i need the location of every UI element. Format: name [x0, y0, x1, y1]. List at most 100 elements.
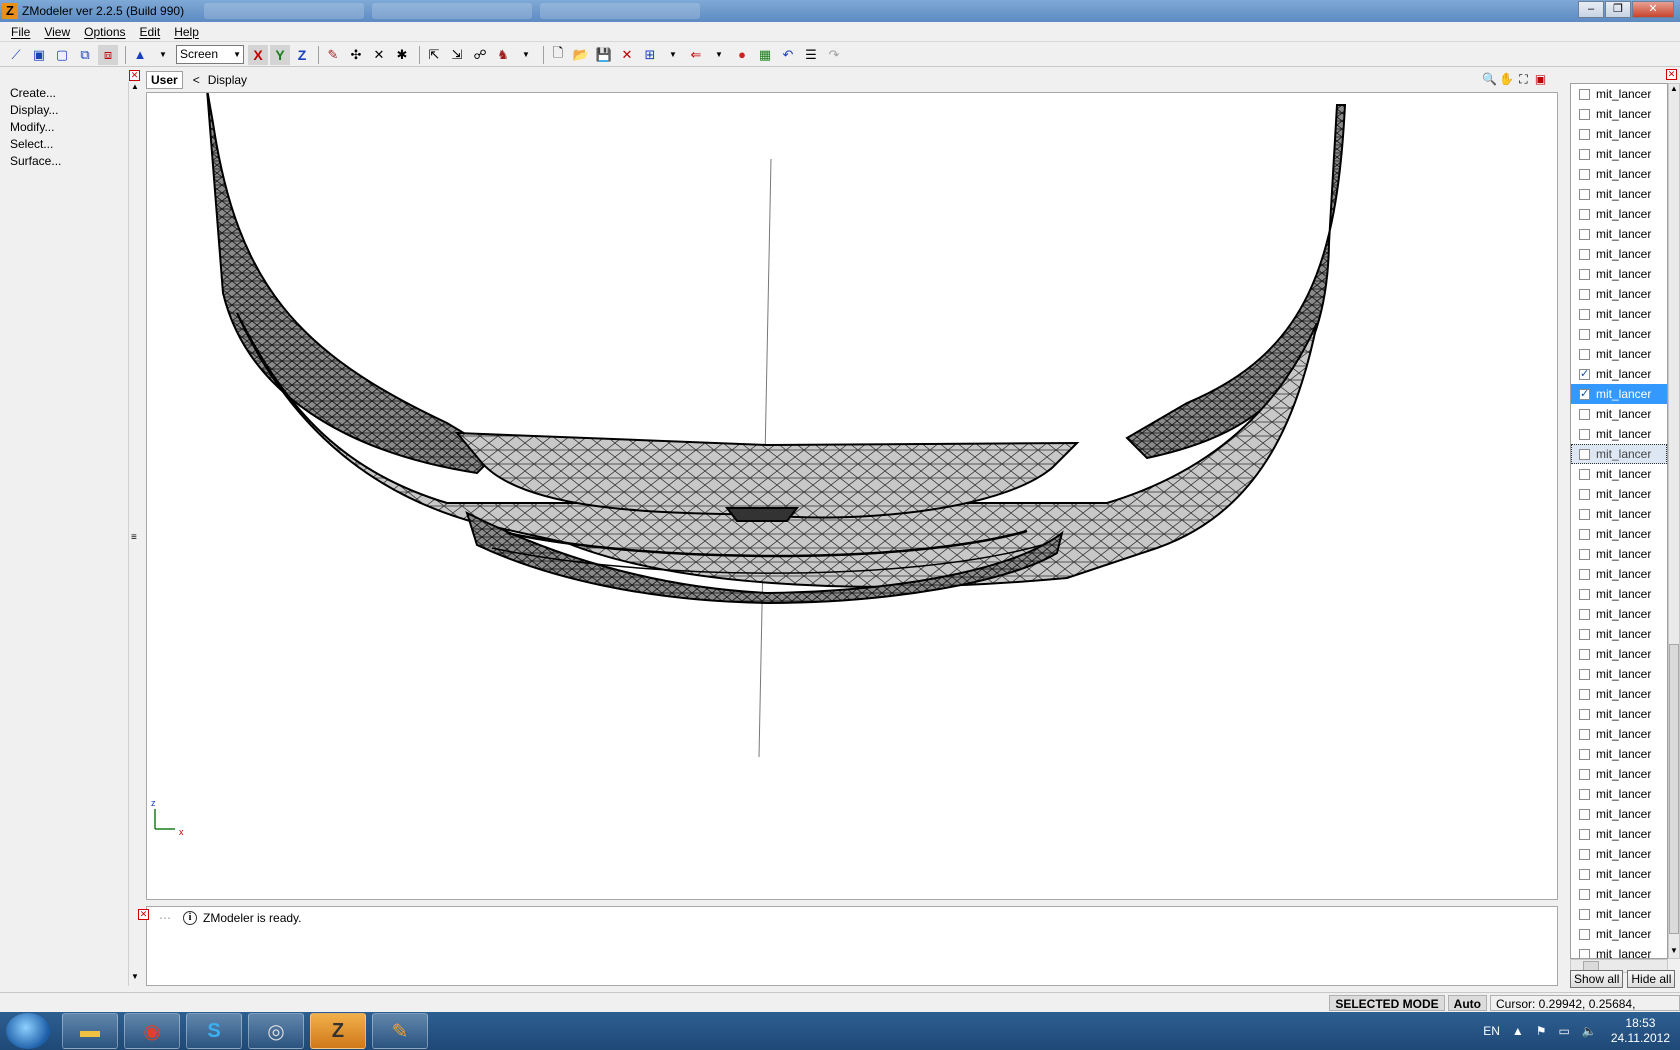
redo-icon[interactable]: ↷ — [824, 45, 844, 65]
axis-lock-icon[interactable]: ▲ — [130, 45, 150, 65]
visibility-checkbox[interactable] — [1579, 708, 1590, 720]
object-list-item[interactable]: mit_lancer — [1571, 644, 1667, 664]
object-list-item[interactable]: mit_lancer — [1571, 924, 1667, 944]
paint-tool-icon[interactable]: ✎ — [323, 45, 343, 65]
pan-hand-icon[interactable]: ✋ — [1499, 72, 1514, 87]
visibility-checkbox[interactable] — [1579, 488, 1590, 500]
visibility-checkbox[interactable] — [1579, 748, 1590, 760]
object-list-item[interactable]: mit_lancer — [1571, 304, 1667, 324]
command-create[interactable]: Create... — [10, 86, 61, 103]
visibility-checkbox[interactable] — [1579, 788, 1590, 800]
visibility-checkbox[interactable] — [1579, 888, 1590, 900]
properties-icon[interactable]: ☰ — [801, 45, 821, 65]
dropdown-arrow-icon[interactable]: ▼ — [709, 45, 729, 65]
object-list-item[interactable]: mit_lancer — [1571, 524, 1667, 544]
import-icon[interactable]: ⊞ — [640, 45, 660, 65]
object-list-item[interactable]: mit_lancer — [1571, 724, 1667, 744]
object-list-item[interactable]: ✓ mit_lancer — [1571, 364, 1667, 384]
visibility-checkbox[interactable] — [1579, 508, 1590, 520]
object-list-item[interactable]: mit_lancer — [1571, 284, 1667, 304]
visibility-checkbox[interactable] — [1579, 448, 1590, 460]
vertex-select-icon[interactable]: ⟋ — [6, 45, 26, 65]
visibility-checkbox[interactable] — [1579, 288, 1590, 300]
visibility-checkbox[interactable] — [1579, 108, 1590, 120]
object-list-item[interactable]: mit_lancer — [1571, 544, 1667, 564]
menu-view[interactable]: View — [37, 25, 77, 39]
command-modify[interactable]: Modify... — [10, 120, 61, 137]
object-list-item[interactable]: mit_lancer — [1571, 684, 1667, 704]
visibility-checkbox[interactable] — [1579, 248, 1590, 260]
visibility-checkbox[interactable] — [1579, 568, 1590, 580]
object-list-item[interactable]: mit_lancer — [1571, 864, 1667, 884]
visibility-checkbox[interactable] — [1579, 688, 1590, 700]
object-list-item[interactable]: mit_lancer — [1571, 764, 1667, 784]
object-list-item[interactable]: mit_lancer — [1571, 164, 1667, 184]
object-list-item[interactable]: mit_lancer — [1571, 884, 1667, 904]
visibility-checkbox[interactable] — [1579, 808, 1590, 820]
visibility-checkbox[interactable] — [1579, 188, 1590, 200]
object-list-item[interactable]: mit_lancer — [1571, 584, 1667, 604]
object-list-item[interactable]: mit_lancer — [1571, 424, 1667, 444]
visibility-checkbox[interactable] — [1579, 948, 1590, 958]
new-file-icon[interactable]: 🗋 — [548, 45, 568, 65]
object-list[interactable]: mit_lancer mit_lancer mit_lancer mit_lancer… — [1570, 83, 1668, 959]
volume-icon[interactable]: 🔈 — [1582, 1024, 1597, 1038]
show-hidden-icons-icon[interactable]: ▲ — [1512, 1024, 1524, 1038]
visibility-checkbox[interactable] — [1579, 868, 1590, 880]
object-list-item[interactable]: mit_lancer — [1571, 664, 1667, 684]
splitter-grip-icon[interactable]: ≡ — [131, 532, 137, 543]
visibility-checkbox[interactable] — [1579, 468, 1590, 480]
object-list-item[interactable]: mit_lancer — [1571, 404, 1667, 424]
visibility-checkbox[interactable] — [1579, 268, 1590, 280]
pick-edge-icon[interactable]: ⇲ — [447, 45, 467, 65]
object-list-item[interactable]: mit_lancer — [1571, 804, 1667, 824]
object-list-item[interactable]: mit_lancer — [1571, 124, 1667, 144]
paint-icon[interactable]: ✎ — [372, 1013, 428, 1049]
object-list-item[interactable]: mit_lancer — [1571, 744, 1667, 764]
axis-y-toggle[interactable]: Y — [270, 44, 290, 65]
explorer-icon[interactable]: ▬ — [62, 1013, 118, 1049]
object-list-item[interactable]: mit_lancer — [1571, 324, 1667, 344]
dropdown-arrow-icon[interactable]: ▼ — [663, 45, 683, 65]
visibility-checkbox[interactable] — [1579, 208, 1590, 220]
pick-vertex-icon[interactable]: ⇱ — [424, 45, 444, 65]
object-list-item[interactable]: mit_lancer — [1571, 504, 1667, 524]
object-list-item[interactable]: mit_lancer — [1571, 704, 1667, 724]
network-icon[interactable]: ▭ — [1559, 1024, 1570, 1038]
visibility-checkbox[interactable] — [1579, 848, 1590, 860]
visibility-checkbox[interactable] — [1579, 528, 1590, 540]
visibility-checkbox[interactable] — [1579, 428, 1590, 440]
viewport-tab-user[interactable]: User — [146, 71, 183, 89]
visibility-checkbox[interactable] — [1579, 348, 1590, 360]
visibility-checkbox[interactable] — [1579, 668, 1590, 680]
walk-icon[interactable]: ☍ — [470, 45, 490, 65]
object-list-item[interactable]: mit_lancer — [1571, 184, 1667, 204]
scroll-thumb[interactable] — [1669, 644, 1679, 934]
scroll-up-icon[interactable]: ▲ — [1670, 84, 1678, 93]
command-select[interactable]: Select... — [10, 137, 61, 154]
group-tool-icon[interactable]: ♞ — [493, 45, 513, 65]
menu-edit[interactable]: Edit — [133, 25, 168, 39]
object-list-item[interactable]: mit_lancer — [1571, 904, 1667, 924]
visibility-checkbox[interactable] — [1579, 308, 1590, 320]
object-select-icon[interactable]: ⧉ — [75, 45, 95, 65]
zoom-icon[interactable]: 🔍 — [1482, 72, 1497, 87]
scroll-down-icon[interactable]: ▼ — [131, 972, 139, 981]
object-list-item[interactable]: mit_lancer — [1571, 104, 1667, 124]
rotate-tool-icon[interactable]: ✱ — [392, 45, 412, 65]
visibility-checkbox[interactable] — [1579, 88, 1590, 100]
face-select-icon[interactable]: ▢ — [52, 45, 72, 65]
visibility-checkbox[interactable] — [1579, 588, 1590, 600]
maximize-viewport-icon[interactable]: ▣ — [1533, 72, 1548, 87]
record-icon[interactable]: ● — [732, 45, 752, 65]
object-list-item[interactable]: mit_lancer — [1571, 224, 1667, 244]
close-objects-icon[interactable]: ✕ — [1666, 69, 1677, 80]
object-list-item[interactable]: mit_lancer — [1571, 844, 1667, 864]
start-button[interactable] — [6, 1013, 50, 1049]
object-list-item[interactable]: mit_lancer — [1571, 84, 1667, 104]
object-list-item[interactable]: mit_lancer — [1571, 244, 1667, 264]
visibility-checkbox[interactable] — [1579, 768, 1590, 780]
object-list-item[interactable]: mit_lancer — [1571, 624, 1667, 644]
object-list-item[interactable]: mit_lancer — [1571, 564, 1667, 584]
zmodeler-icon[interactable]: Z — [310, 1013, 366, 1049]
